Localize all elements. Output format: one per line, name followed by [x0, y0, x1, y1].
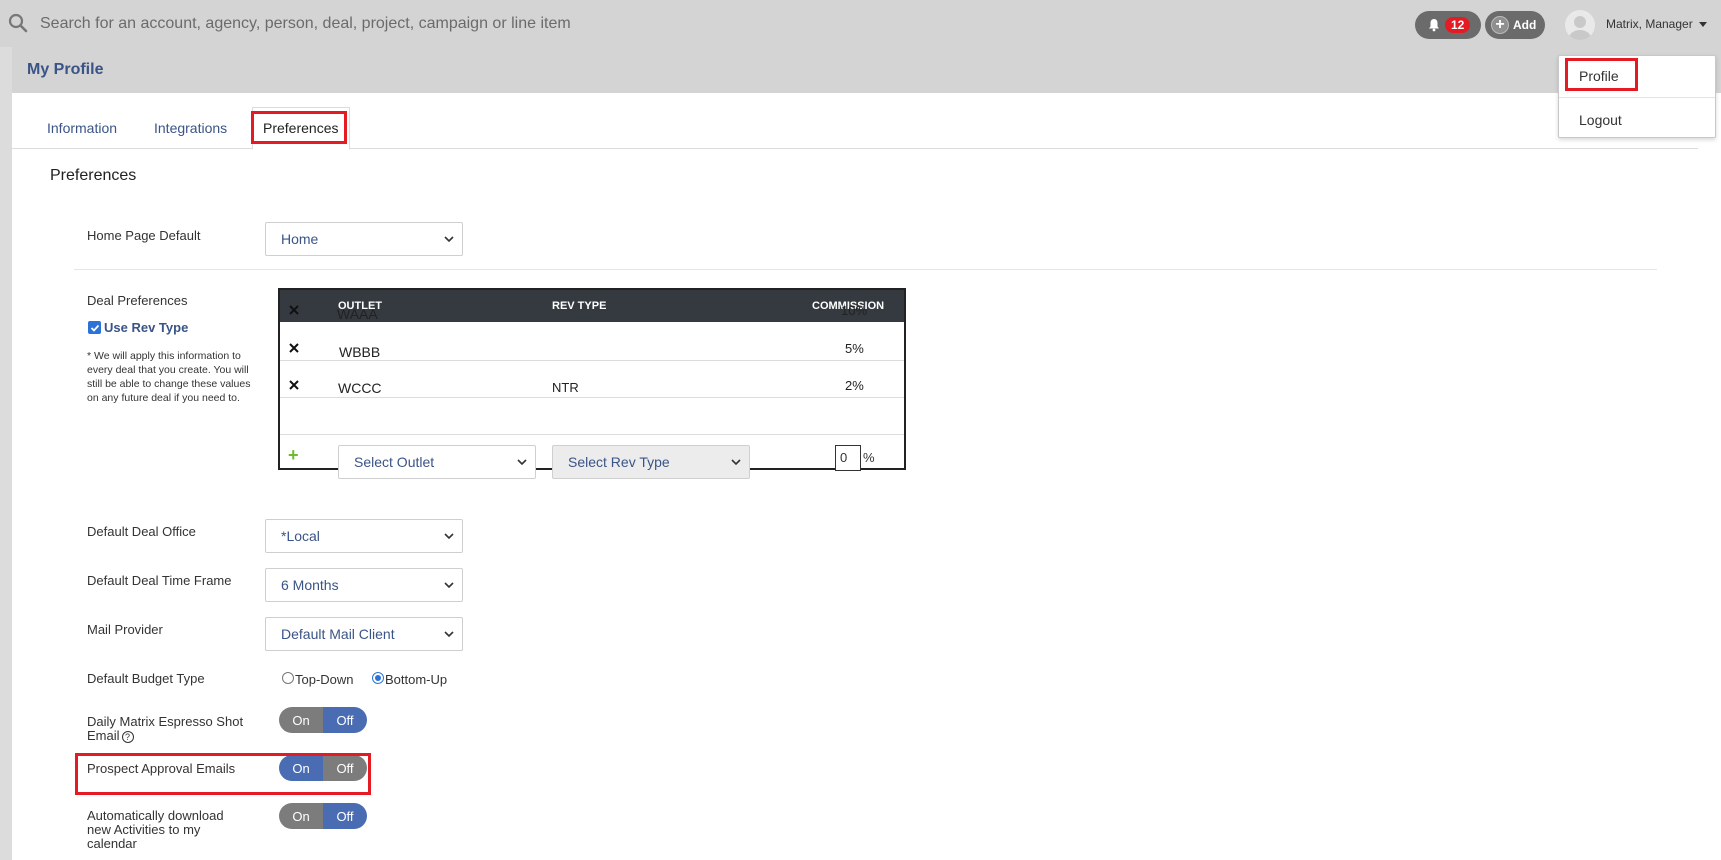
deal-preferences-label: Deal Preferences	[87, 293, 188, 308]
menu-item-profile[interactable]: Profile	[1579, 68, 1619, 84]
chevron-down-icon	[444, 631, 454, 638]
table-cell-commission: 10%	[841, 303, 868, 318]
table-cell-outlet: WCCC	[338, 380, 382, 396]
espresso-shot-toggle[interactable]: On Off	[279, 707, 367, 733]
page-title: My Profile	[27, 61, 104, 78]
deal-preferences-table: OUTLET REV TYPE COMMISSION WAAA 10% WBBB…	[278, 288, 906, 479]
auto-download-label-line3: calendar	[87, 836, 137, 851]
default-deal-time-frame-value: 6 Months	[281, 577, 339, 593]
page-header: My Profile	[12, 47, 1721, 93]
top-bar: Search for an account, agency, person, d…	[0, 0, 1721, 47]
default-budget-type-label: Default Budget Type	[87, 671, 205, 686]
row-divider	[280, 434, 904, 435]
table-cell-commission: 2%	[845, 378, 864, 393]
add-button[interactable]: + Add	[1485, 11, 1545, 39]
row-divider	[280, 397, 904, 398]
chevron-down-icon	[731, 459, 741, 466]
tab-information[interactable]: Information	[47, 120, 117, 136]
notification-count-badge: 12	[1445, 17, 1471, 33]
search-icon[interactable]	[8, 13, 28, 33]
mail-provider-label: Mail Provider	[87, 622, 163, 637]
table-cell-rev-type: NTR	[552, 380, 579, 395]
search-input[interactable]: Search for an account, agency, person, d…	[40, 15, 571, 33]
close-icon[interactable]	[288, 304, 300, 316]
default-deal-office-value: *Local	[281, 528, 320, 544]
chevron-down-icon	[444, 582, 454, 589]
menu-item-logout[interactable]: Logout	[1579, 112, 1622, 128]
column-header-rev-type: REV TYPE	[552, 300, 607, 312]
radio-bottom-up[interactable]	[372, 672, 384, 684]
prospect-approval-toggle[interactable]: On Off	[279, 755, 367, 781]
menu-divider	[1559, 97, 1715, 98]
default-deal-time-frame-label: Default Deal Time Frame	[87, 573, 232, 588]
default-deal-office-label: Default Deal Office	[87, 524, 196, 539]
user-dropdown-menu: Profile Logout	[1558, 55, 1716, 138]
radio-bottom-up-label[interactable]: Bottom-Up	[385, 672, 447, 687]
row-divider	[280, 360, 904, 361]
section-title: Preferences	[50, 167, 137, 184]
espresso-shot-label: Daily Matrix Espresso Shot Email?	[87, 715, 243, 743]
chevron-down-icon	[444, 533, 454, 540]
default-deal-time-frame-select[interactable]: 6 Months	[265, 568, 463, 602]
auto-download-label-line1: Automatically download	[87, 808, 224, 823]
prospect-approval-label: Prospect Approval Emails	[87, 761, 236, 776]
close-icon[interactable]	[288, 342, 300, 354]
toggle-on[interactable]: On	[279, 755, 323, 781]
notifications-button[interactable]: 12	[1415, 11, 1481, 39]
help-icon[interactable]: ?	[121, 730, 134, 743]
toggle-off[interactable]: Off	[323, 803, 367, 829]
table-cell-outlet: WBBB	[339, 344, 381, 360]
mail-provider-value: Default Mail Client	[281, 626, 395, 642]
avatar[interactable]	[1565, 10, 1595, 40]
percent-sign: %	[863, 450, 875, 465]
tab-integrations[interactable]: Integrations	[154, 120, 227, 136]
tab-preferences[interactable]: Preferences	[263, 120, 338, 136]
radio-top-down[interactable]	[282, 672, 294, 684]
auto-download-label-line2: new Activities to my	[87, 822, 201, 837]
plus-icon[interactable]: +	[288, 445, 299, 466]
deal-preferences-note: * We will apply this information to ever…	[87, 350, 251, 404]
bell-icon	[1429, 19, 1439, 32]
auto-download-toggle[interactable]: On Off	[279, 803, 367, 829]
use-rev-type-checkbox[interactable]	[88, 321, 101, 334]
user-menu-toggle[interactable]: Matrix, Manager	[1606, 17, 1693, 31]
table-cell-commission: 5%	[845, 341, 864, 356]
mail-provider-select[interactable]: Default Mail Client	[265, 617, 463, 651]
select-outlet-placeholder: Select Outlet	[354, 454, 435, 470]
select-outlet[interactable]: Select Outlet	[338, 445, 536, 479]
home-page-default-label: Home Page Default	[87, 228, 201, 243]
commission-input[interactable]: 0	[835, 445, 861, 471]
toggle-on[interactable]: On	[279, 803, 323, 829]
radio-top-down-label[interactable]: Top-Down	[295, 672, 354, 687]
auto-download-label: Automatically download new Activities to…	[87, 809, 224, 851]
main-panel: Information Integrations Preferences Pre…	[12, 93, 1721, 860]
close-icon[interactable]	[288, 379, 300, 391]
plus-circle-icon: +	[1491, 16, 1509, 34]
toggle-off[interactable]: Off	[323, 707, 367, 733]
divider	[74, 269, 1657, 270]
select-rev-type[interactable]: Select Rev Type	[552, 445, 750, 479]
use-rev-type-label[interactable]: Use Rev Type	[104, 320, 188, 335]
caret-down-icon[interactable]	[1699, 22, 1707, 27]
default-deal-office-select[interactable]: *Local	[265, 519, 463, 553]
espresso-shot-label-line2: Email	[87, 728, 120, 743]
chevron-down-icon	[517, 459, 527, 466]
add-button-label: Add	[1513, 18, 1537, 32]
chevron-down-icon	[444, 236, 454, 243]
home-page-default-select[interactable]: Home	[265, 222, 463, 256]
toggle-on[interactable]: On	[279, 707, 323, 733]
home-page-default-value: Home	[281, 231, 319, 247]
tab-bar: Information Integrations Preferences	[12, 93, 1698, 150]
table-cell-outlet: WAAA	[337, 306, 378, 322]
toggle-off[interactable]: Off	[323, 755, 367, 781]
select-rev-type-placeholder: Select Rev Type	[568, 454, 670, 470]
espresso-shot-label-line1: Daily Matrix Espresso Shot	[87, 714, 244, 729]
